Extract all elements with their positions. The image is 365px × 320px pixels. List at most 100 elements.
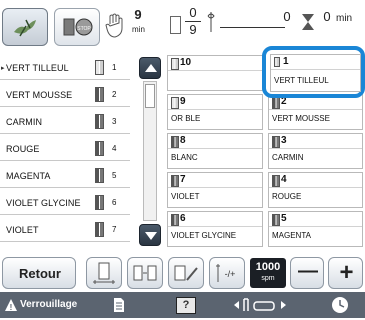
speed-minus-button[interactable]: — <box>290 257 324 289</box>
stop-view-button[interactable]: STOP <box>54 8 100 46</box>
list-item[interactable]: VERT TILLEUL 1 <box>0 55 130 80</box>
list-item-name: VERT MOUSSE <box>6 90 73 100</box>
list-item-num: 3 <box>112 117 117 126</box>
speed-plus-button[interactable]: + <box>328 257 363 289</box>
embroidery-view-button[interactable] <box>2 8 48 46</box>
minus-icon: — <box>298 260 318 282</box>
svg-text:!: ! <box>10 303 13 312</box>
thread-scrollbar[interactable] <box>137 55 163 248</box>
document-icon <box>114 298 124 312</box>
color-card[interactable]: 6 VIOLET GLYCINE <box>167 211 263 247</box>
card-number: 3 <box>281 135 287 146</box>
card-number: 1 <box>283 56 289 67</box>
hand-touch-icon <box>104 10 128 40</box>
card-number: 8 <box>180 135 186 146</box>
color-card[interactable]: 7 VIOLET <box>167 172 263 208</box>
scroll-down-button[interactable] <box>139 224 161 246</box>
help-button[interactable]: ? <box>176 297 196 314</box>
total-time-value: 9 <box>134 7 142 22</box>
spool-icon <box>171 136 179 148</box>
list-item-name: MAGENTA <box>6 171 51 181</box>
card-name: VIOLET <box>171 192 200 201</box>
time-remaining-value: 0 <box>283 9 291 24</box>
spool-icon <box>95 168 104 183</box>
color-card[interactable]: 3 CARMIN <box>268 133 363 169</box>
scroll-up-button[interactable] <box>139 57 161 79</box>
tension-button[interactable]: -/+ <box>209 257 245 289</box>
time-unit: min <box>336 13 353 24</box>
card-name: ROUGE <box>272 192 302 201</box>
list-item[interactable]: ROUGE 4 <box>0 136 130 161</box>
lock-label: Verrouillage <box>20 299 78 310</box>
color-card[interactable]: 8 BLANC <box>167 133 263 169</box>
thread-list: ▸ VERT TILLEUL 1 VERT MOUSSE 2 CARMIN 3 … <box>0 55 134 250</box>
list-item[interactable]: VIOLET 7 <box>0 217 130 242</box>
color-card[interactable]: 5 MAGENTA <box>268 211 363 247</box>
spool-icon <box>171 175 179 187</box>
list-item-num: 5 <box>112 171 117 180</box>
list-item-num: 2 <box>112 90 117 99</box>
color-card[interactable]: 4 ROUGE <box>268 172 363 208</box>
thread-sort-button[interactable] <box>127 257 163 289</box>
speed-display: 1000 spm <box>250 258 286 288</box>
total-time-unit: min <box>132 25 145 34</box>
card-name: VIOLET GLYCINE <box>171 231 237 240</box>
card-number: 7 <box>180 174 186 185</box>
card-name: VERT TILLEUL <box>274 76 329 85</box>
top-toolbar: STOP 9 min 0 9 0 0 min <box>0 0 365 52</box>
grid-settings-button[interactable] <box>168 257 204 289</box>
list-item-num: 1 <box>112 63 117 72</box>
back-button[interactable]: Retour <box>2 257 76 289</box>
color-card[interactable]: 2 VERT MOUSSE <box>268 94 363 130</box>
list-item[interactable]: MAGENTA 5 <box>0 163 130 188</box>
color-card[interactable]: 10 <box>167 55 263 91</box>
list-item-name: VERT TILLEUL <box>6 63 69 73</box>
card-number: 5 <box>281 213 287 224</box>
list-item[interactable]: CARMIN 3 <box>0 109 130 134</box>
spool-view-icon <box>93 262 115 284</box>
list-item-name: CARMIN <box>6 117 43 127</box>
spool-icon <box>170 16 181 34</box>
spool-icon <box>272 136 280 148</box>
lock-button[interactable]: ! Verrouillage <box>4 297 92 315</box>
spool-icon <box>95 60 104 75</box>
tension-icon: -/+ <box>216 264 235 282</box>
spool-icon <box>95 141 104 156</box>
current-color-card[interactable]: 1 VERT TILLEUL <box>262 46 365 98</box>
spool-icon <box>95 222 104 237</box>
frame-move-button[interactable] <box>232 296 288 314</box>
card-name: OR BLE <box>171 114 201 123</box>
document-button[interactable] <box>112 297 126 313</box>
spool-icon <box>171 97 179 109</box>
card-name: BLANC <box>171 153 198 162</box>
list-item-num: 6 <box>112 198 117 207</box>
stop-icon: STOP <box>63 18 93 36</box>
spool-view-button[interactable] <box>86 257 122 289</box>
grid-settings-icon <box>174 265 198 281</box>
color-card[interactable]: 9 OR BLE <box>167 94 263 130</box>
list-item-name: ROUGE <box>6 144 40 154</box>
scroll-thumb[interactable] <box>145 84 155 108</box>
needle-total: 9 <box>189 22 197 37</box>
list-item[interactable]: VIOLET GLYCINE 6 <box>0 190 130 215</box>
plus-icon: + <box>339 259 354 286</box>
needle-current: 0 <box>189 5 197 20</box>
card-number: 6 <box>180 213 186 224</box>
card-number: 4 <box>281 174 287 185</box>
svg-text:STOP: STOP <box>77 26 91 32</box>
list-item-name: VIOLET <box>6 225 39 235</box>
scroll-track[interactable] <box>143 81 157 221</box>
list-item-num: 7 <box>112 225 117 234</box>
spool-icon <box>95 114 104 129</box>
arrow-down-icon <box>145 232 157 240</box>
spool-icon <box>171 214 179 226</box>
back-button-label: Retour <box>19 266 61 281</box>
list-item[interactable]: VERT MOUSSE 2 <box>0 82 130 107</box>
warning-triangle-icon: ! <box>5 299 17 312</box>
frame-move-icon <box>234 298 286 311</box>
spool-icon <box>171 58 179 70</box>
clock-button[interactable] <box>330 295 350 315</box>
spool-icon <box>272 175 280 187</box>
clock-icon <box>332 297 348 313</box>
card-name: MAGENTA <box>272 231 311 240</box>
